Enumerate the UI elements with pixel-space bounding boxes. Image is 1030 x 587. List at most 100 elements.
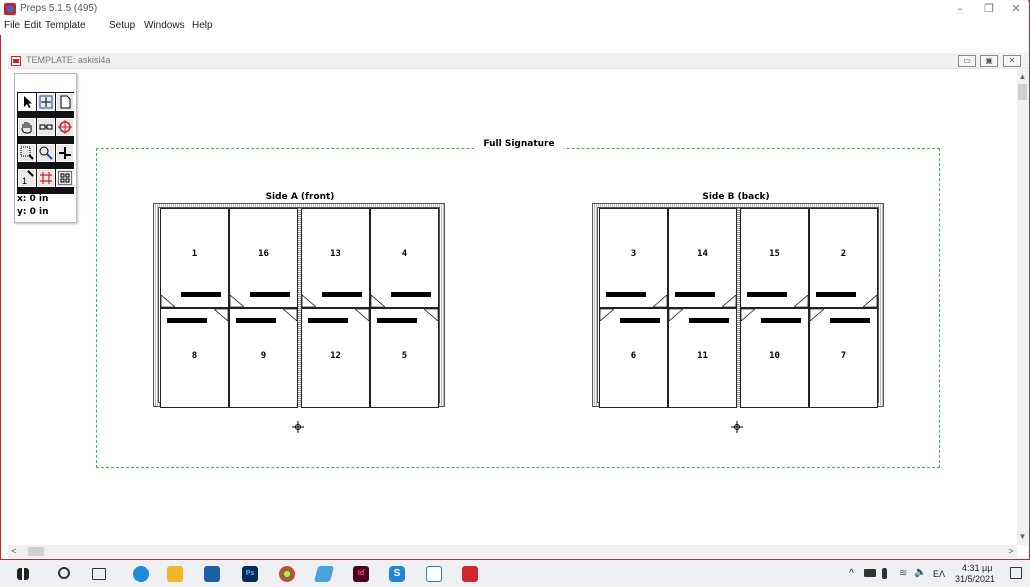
page-tool-icon[interactable] xyxy=(56,93,74,111)
page-head-bar xyxy=(816,292,856,297)
side-b-sheet[interactable]: 3 14 15 2 6 11 10 7 xyxy=(592,203,884,408)
windows-taskbar: Ps Id S ^ ≋ 🔈 EΛ 4:31 μμ 31/5/2021 xyxy=(0,560,1030,587)
fold-mark-icon xyxy=(669,309,683,321)
pen-app-icon[interactable] xyxy=(313,566,335,582)
fold-mark-icon xyxy=(722,295,736,307)
fold-mark-icon xyxy=(794,295,808,307)
target-tool-icon[interactable] xyxy=(56,118,74,137)
language-indicator[interactable]: EΛ xyxy=(933,569,945,579)
page-head-bar xyxy=(606,292,646,297)
page-cell[interactable]: 4 xyxy=(370,208,439,308)
signature-tool-icon[interactable] xyxy=(56,168,74,187)
page-number: 15 xyxy=(769,249,780,259)
grid-tool-icon[interactable] xyxy=(37,168,55,187)
corner-tool-icon[interactable] xyxy=(56,143,74,162)
start-button-icon[interactable] xyxy=(17,568,29,580)
fold-mark-icon xyxy=(863,295,877,307)
page-number: 10 xyxy=(769,351,780,361)
photoshop-icon[interactable]: Ps xyxy=(242,566,258,582)
fold-mark-icon xyxy=(371,295,385,307)
clock-date[interactable]: 31/5/2021 xyxy=(955,574,1001,584)
file-explorer-icon[interactable] xyxy=(167,566,183,582)
volume-icon[interactable]: 🔈 xyxy=(914,567,926,578)
page-head-bar xyxy=(675,292,715,297)
find-tool-icon[interactable] xyxy=(37,143,55,162)
page-cell[interactable]: 15 xyxy=(740,208,809,308)
mail-icon[interactable] xyxy=(204,566,220,582)
page-head-bar xyxy=(761,318,801,323)
fold-mark-icon xyxy=(424,309,438,321)
tool-grid: 1 xyxy=(17,92,74,194)
page-cell[interactable]: 10 xyxy=(740,308,809,408)
task-view-icon[interactable] xyxy=(92,568,106,580)
page-number: 13 xyxy=(330,249,341,259)
page-cell[interactable]: 2 xyxy=(809,208,878,308)
page-head-bar xyxy=(181,292,221,297)
edge-browser-icon[interactable] xyxy=(133,566,149,582)
page-number: 11 xyxy=(697,351,708,361)
page-cell[interactable]: 5 xyxy=(370,308,439,408)
wifi-icon[interactable]: ≋ xyxy=(899,568,907,579)
page-number: 8 xyxy=(191,351,198,361)
page-cell[interactable]: 9 xyxy=(229,308,298,408)
microphone-icon[interactable] xyxy=(882,568,887,579)
page-number: 14 xyxy=(697,249,708,259)
fold-mark-icon xyxy=(161,295,175,307)
fold-mark-icon xyxy=(214,309,228,321)
side-b-register-mark-icon xyxy=(731,421,743,433)
page-cell[interactable]: 11 xyxy=(668,308,737,408)
preps-taskbar-icon[interactable] xyxy=(462,566,478,582)
battery-icon[interactable] xyxy=(864,569,876,577)
page-cell[interactable]: 3 xyxy=(599,208,668,308)
center-gutter xyxy=(737,208,740,408)
page-head-bar xyxy=(167,318,207,323)
notifications-icon[interactable] xyxy=(1010,567,1022,579)
clock-time[interactable]: 4:31 μμ xyxy=(962,563,992,573)
page-number: 7 xyxy=(840,351,847,361)
link-tool-icon[interactable] xyxy=(37,118,55,137)
page-cell[interactable]: 13 xyxy=(301,208,370,308)
hand-tool-icon[interactable] xyxy=(18,118,36,137)
chrome-icon[interactable] xyxy=(279,566,295,582)
page-head-bar xyxy=(391,292,431,297)
page-head-bar xyxy=(322,292,362,297)
search-icon[interactable] xyxy=(58,567,70,579)
page-head-bar xyxy=(689,318,729,323)
skype-icon[interactable]: S xyxy=(389,566,405,582)
move-tool-icon[interactable] xyxy=(37,93,55,111)
fold-mark-icon xyxy=(810,309,824,321)
page-head-bar xyxy=(236,318,276,323)
pointer-tool-icon[interactable] xyxy=(18,93,36,111)
page-head-bar xyxy=(377,318,417,323)
page-cell[interactable]: 12 xyxy=(301,308,370,408)
side-a-sheet[interactable]: 1 16 13 4 8 9 12 5 xyxy=(153,203,445,408)
page-number: 6 xyxy=(630,351,637,361)
page-head-bar xyxy=(830,318,870,323)
zoom-tool-icon[interactable] xyxy=(18,143,36,162)
page-cell[interactable]: 14 xyxy=(668,208,737,308)
page-number: 9 xyxy=(260,351,267,361)
side-b-label: Side B (back) xyxy=(702,192,770,202)
page-head-bar xyxy=(620,318,660,323)
page-cell[interactable]: 1 xyxy=(160,208,229,308)
page-cell[interactable]: 16 xyxy=(229,208,298,308)
page-number: 2 xyxy=(840,249,847,259)
notepad-icon[interactable] xyxy=(426,566,442,582)
center-gutter xyxy=(298,208,301,408)
fold-mark-icon xyxy=(600,309,614,321)
y-coordinate-readout: y: 0 in xyxy=(17,207,49,217)
fold-mark-icon xyxy=(741,309,755,321)
page-head-bar xyxy=(747,292,787,297)
page-cell[interactable]: 7 xyxy=(809,308,878,408)
page-cell[interactable]: 6 xyxy=(599,308,668,408)
imposition-canvas: Full Signature Side A (front) 1 16 13 4 8 9 12… xyxy=(0,0,1030,587)
fold-mark-icon xyxy=(653,295,667,307)
side-a-label: Side A (front) xyxy=(265,192,335,202)
page-head-bar xyxy=(308,318,348,323)
x-coordinate-readout: x: 0 in xyxy=(17,194,49,204)
page-cell[interactable]: 8 xyxy=(160,308,229,408)
tool-palette[interactable]: 1 x: 0 in y: 0 in xyxy=(14,73,77,223)
show-hidden-icons-icon[interactable]: ^ xyxy=(849,568,854,579)
indesign-icon[interactable]: Id xyxy=(353,566,369,582)
number-tool-icon[interactable]: 1 xyxy=(18,168,36,187)
